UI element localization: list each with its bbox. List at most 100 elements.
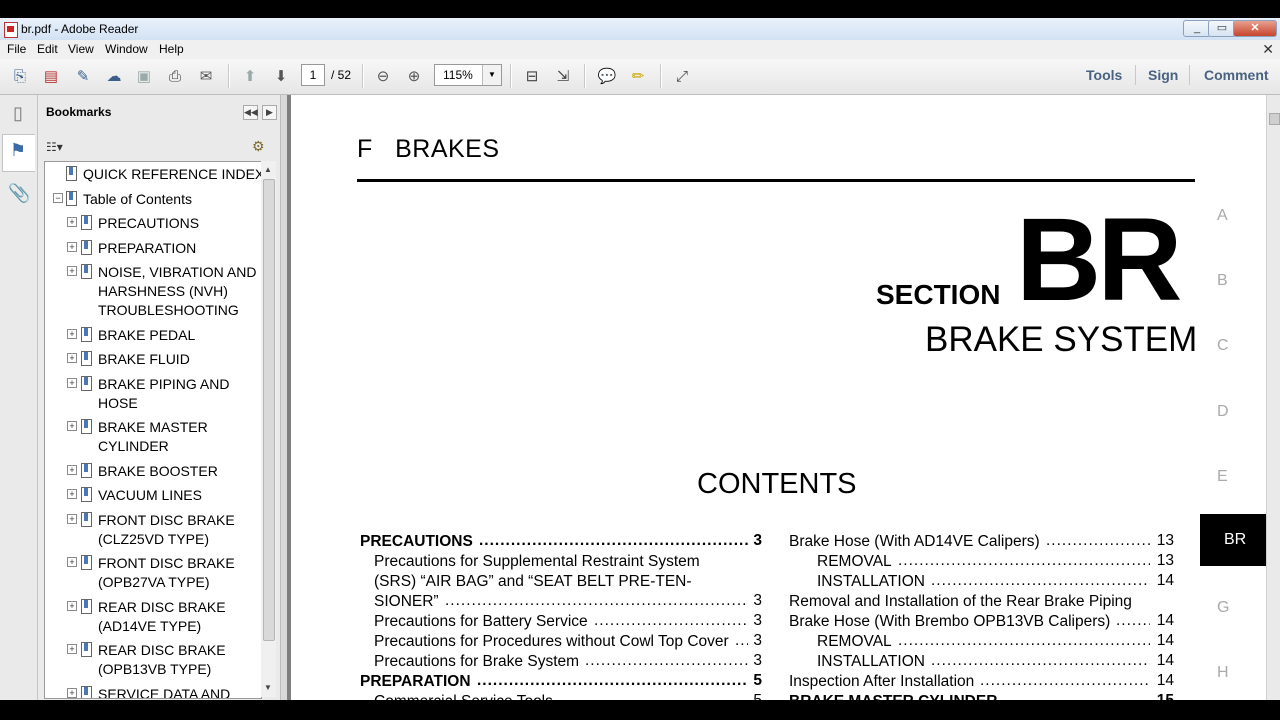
toc-entry[interactable]: Inspection After Installation	[789, 672, 974, 692]
bookmark-item[interactable]: + NOISE, VIBRATION AND HARSHNESS (NVH) TR…	[45, 263, 259, 320]
create-pdf-file-icon[interactable]: ▤	[40, 65, 62, 87]
fit-page-icon[interactable]: ⊟	[521, 65, 543, 87]
bookmark-settings-icon[interactable]: ⚙	[252, 138, 265, 155]
bookmark-item[interactable]: + BRAKE PEDAL	[45, 326, 259, 345]
page-thumbnails-icon[interactable]: ▯	[8, 103, 28, 125]
next-page-icon[interactable]: ⬇	[270, 65, 292, 87]
edit-icon[interactable]: ✎	[72, 65, 94, 87]
expand-icon[interactable]: +	[67, 241, 77, 252]
close-document-icon[interactable]: ✕	[1262, 41, 1274, 58]
bookmark-item[interactable]: + BRAKE MASTER CYLINDER	[45, 418, 259, 456]
toc-entry[interactable]: SIONER”	[374, 592, 439, 612]
toc-entry[interactable]: Precautions for Brake System	[374, 652, 579, 672]
expand-panel-icon[interactable]: ▶	[262, 105, 277, 120]
bookmark-item[interactable]: + PRECAUTIONS	[45, 214, 259, 233]
options-menu-icon[interactable]: ☷▾	[46, 140, 63, 154]
bookmark-item[interactable]: − Table of Contents	[45, 190, 259, 209]
toc-entry[interactable]: REMOVAL	[817, 632, 892, 652]
bookmark-item[interactable]: + REAR DISC BRAKE (OPB13VB TYPE)	[45, 641, 259, 679]
previous-page-icon[interactable]: ⬆	[239, 65, 261, 87]
upload-icon[interactable]: ☁	[103, 65, 125, 87]
close-window-button[interactable]: ✕	[1233, 20, 1277, 37]
section-tab-active[interactable]: BR	[1200, 514, 1266, 566]
zoom-select[interactable]: 115% ▼	[434, 64, 502, 86]
comment-pane-button[interactable]: Comment	[1204, 67, 1269, 83]
bookmark-item[interactable]: + FRONT DISC BRAKE (CLZ25VD TYPE)	[45, 511, 259, 549]
expand-icon[interactable]: +	[67, 513, 77, 524]
tools-pane-button[interactable]: Tools	[1086, 67, 1122, 83]
expand-icon[interactable]: +	[67, 489, 77, 499]
menu-view[interactable]: View	[68, 42, 94, 56]
zoom-in-icon[interactable]: ⊕	[403, 65, 425, 87]
expand-icon[interactable]: +	[67, 377, 77, 388]
toc-entry[interactable]: PREPARATION	[360, 672, 471, 692]
document-scrollbar[interactable]	[1266, 95, 1280, 700]
page-number-input[interactable]: 1	[301, 64, 325, 86]
section-tab[interactable]: C	[1217, 337, 1229, 355]
section-tab[interactable]: B	[1217, 272, 1228, 290]
bookmark-item[interactable]: + PREPARATION	[45, 239, 259, 258]
toc-entry[interactable]: Brake Hose (With Brembo OPB13VB Calipers…	[789, 612, 1110, 632]
scroll-thumb[interactable]	[1269, 113, 1280, 125]
toc-entry[interactable]: Precautions for Supplemental Restraint S…	[374, 552, 700, 572]
scroll-thumb[interactable]	[263, 179, 275, 641]
menu-help[interactable]: Help	[159, 42, 184, 56]
sticky-note-icon[interactable]: 💬	[596, 65, 618, 87]
section-tab[interactable]: E	[1217, 468, 1228, 486]
section-tab[interactable]: A	[1217, 207, 1228, 225]
bookmark-item[interactable]: + VACUUM LINES	[45, 486, 259, 505]
toc-entry[interactable]: (SRS) “AIR BAG” and “SEAT BELT PRE-TEN-	[374, 572, 692, 592]
toc-entry[interactable]: Removal and Installation of the Rear Bra…	[789, 592, 1132, 612]
expand-icon[interactable]: +	[67, 464, 77, 475]
bookmark-icon[interactable]: ⚑	[8, 140, 28, 162]
toc-entry[interactable]: BRAKE MASTER CYLINDER	[789, 692, 997, 700]
full-screen-icon[interactable]: ⤢	[671, 65, 693, 87]
expand-icon[interactable]: +	[67, 557, 77, 567]
toc-entry[interactable]: INSTALLATION	[817, 652, 925, 672]
fit-width-icon[interactable]: ⇲	[552, 65, 574, 87]
save-icon[interactable]: ▣	[133, 65, 155, 87]
bookmark-item[interactable]: QUICK REFERENCE INDEX	[45, 165, 261, 184]
section-tab[interactable]: G	[1217, 599, 1229, 617]
section-tab[interactable]: H	[1217, 664, 1229, 682]
bookmark-item[interactable]: + REAR DISC BRAKE (AD14VE TYPE)	[45, 598, 259, 636]
expand-icon[interactable]: +	[67, 687, 77, 698]
toc-entry[interactable]: Precautions for Procedures without Cowl …	[374, 632, 729, 652]
toc-entry[interactable]: Commercial Service Tools	[374, 692, 553, 700]
bookmark-scrollbar[interactable]: ▲ ▼	[261, 161, 276, 697]
toc-entry[interactable]: PRECAUTIONS	[360, 532, 473, 552]
expand-icon[interactable]: +	[67, 217, 77, 227]
minimize-button[interactable]: _	[1183, 20, 1211, 37]
toc-entry[interactable]: Brake Hose (With AD14VE Calipers)	[789, 532, 1040, 552]
menu-file[interactable]: File	[7, 42, 26, 56]
expand-icon[interactable]: +	[67, 600, 77, 611]
menu-window[interactable]: Window	[105, 42, 148, 56]
maximize-button[interactable]: ▭	[1208, 20, 1236, 37]
collapse-panel-icon[interactable]: ◀◀	[243, 105, 258, 120]
expand-icon[interactable]: +	[67, 421, 77, 431]
print-icon[interactable]: ⎙	[164, 65, 186, 87]
zoom-out-icon[interactable]: ⊖	[372, 65, 394, 87]
attachments-icon[interactable]: 📎	[8, 183, 30, 205]
collapse-icon[interactable]: −	[53, 192, 63, 203]
expand-icon[interactable]: +	[67, 328, 77, 339]
sign-pane-button[interactable]: Sign	[1148, 67, 1178, 83]
email-icon[interactable]: ✉	[195, 65, 217, 87]
highlight-icon[interactable]: ✏	[627, 65, 649, 87]
bookmark-item[interactable]: + SERVICE DATA AND	[45, 685, 259, 698]
section-tab[interactable]: D	[1217, 403, 1229, 421]
toc-entry[interactable]: INSTALLATION	[817, 572, 925, 592]
scroll-up-icon[interactable]: ▲	[264, 165, 272, 174]
create-pdf-icon[interactable]: ⎘	[9, 65, 31, 87]
expand-icon[interactable]: +	[67, 644, 77, 654]
toc-entry[interactable]: REMOVAL	[817, 552, 892, 572]
bookmark-item[interactable]: + BRAKE FLUID	[45, 350, 259, 369]
scroll-down-icon[interactable]: ▼	[264, 683, 272, 692]
bookmark-item[interactable]: + BRAKE BOOSTER	[45, 462, 259, 481]
menu-edit[interactable]: Edit	[37, 42, 58, 56]
expand-icon[interactable]: +	[67, 353, 77, 363]
bookmark-item[interactable]: + BRAKE PIPING AND HOSE	[45, 375, 259, 413]
chevron-down-icon[interactable]: ▼	[482, 65, 501, 85]
expand-icon[interactable]: +	[67, 266, 77, 276]
bookmark-item[interactable]: + FRONT DISC BRAKE (OPB27VA TYPE)	[45, 554, 259, 592]
